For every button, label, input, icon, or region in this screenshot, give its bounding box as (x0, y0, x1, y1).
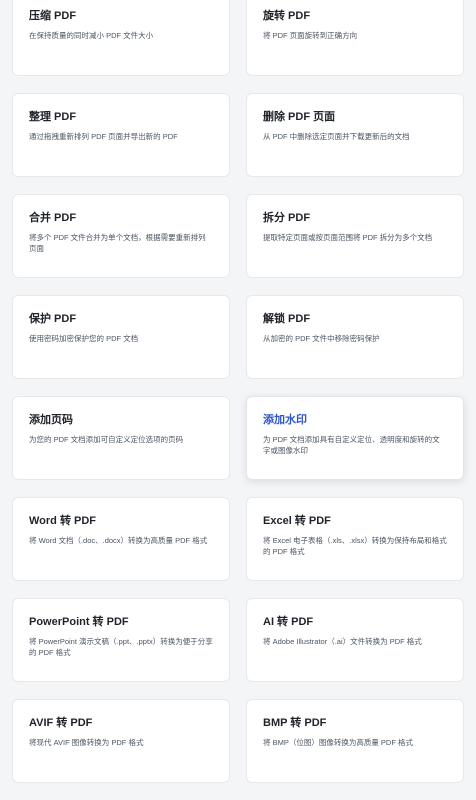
tool-card-rotate-pdf[interactable]: 旋转 PDF 将 PDF 页面旋转到正确方向 (246, 0, 464, 76)
tool-card-title: 删除 PDF 页面 (263, 111, 336, 123)
tool-card-add-page-numbers[interactable]: 添加页码 为您的 PDF 文档添加可自定义定位选项的页码 (12, 396, 230, 480)
tool-card-description: 从 PDF 中删除选定页面并下载更新后的文档 (263, 132, 410, 141)
tool-card-compress-pdf[interactable]: 压缩 PDF 在保持质量的同时减小 PDF 文件大小 (12, 0, 230, 76)
tool-card-title: PowerPoint 转 PDF (29, 616, 129, 628)
tool-card-description: 使用密码加密保护您的 PDF 文档 (29, 334, 139, 343)
tool-card-title: AVIF 转 PDF (29, 717, 93, 729)
tool-card-description: 为您的 PDF 文档添加可自定义定位选项的页码 (29, 435, 184, 444)
tool-card-description: 将多个 PDF 文件合并为单个文档，根据需要重新排列页面 (29, 233, 206, 253)
tool-card-description: 将 Excel 电子表格（.xls、.xlsx）转换为保持布局和格式的 PDF … (263, 536, 447, 556)
tool-card-protect-pdf[interactable]: 保护 PDF 使用密码加密保护您的 PDF 文档 (12, 295, 230, 379)
tool-card-title: 整理 PDF (29, 111, 77, 123)
tool-card-avif-to-pdf[interactable]: AVIF 转 PDF 将现代 AVIF 图像转换为 PDF 格式 (12, 699, 230, 783)
tool-card-description: 将 Word 文档（.doc、.docx）转换为高质量 PDF 格式 (29, 536, 208, 545)
tool-card-title: 合并 PDF (29, 212, 77, 224)
tool-card-title: Word 转 PDF (29, 515, 97, 527)
tool-card-title: 添加页码 (29, 414, 73, 426)
tool-card-bmp-to-pdf[interactable]: BMP 转 PDF 将 BMP（位图）图像转换为高质量 PDF 格式 (246, 699, 464, 783)
tool-card-title: Excel 转 PDF (263, 515, 331, 527)
tool-card-description: 通过拖拽重新排列 PDF 页面并导出新的 PDF (29, 132, 178, 141)
tool-card-description: 从加密的 PDF 文件中移除密码保护 (263, 334, 380, 343)
tool-card-word-to-pdf[interactable]: Word 转 PDF 将 Word 文档（.doc、.docx）转换为高质量 P… (12, 497, 230, 581)
tool-card-title: 旋转 PDF (263, 10, 311, 22)
tool-card-split-pdf[interactable]: 拆分 PDF 提取特定页面或按页面范围将 PDF 拆分为多个文档 (246, 194, 464, 278)
tool-card-add-watermark[interactable]: 添加水印 为 PDF 文档添加具有自定义定位、透明度和旋转的文字或图像水印 (246, 396, 464, 480)
tool-card-title: 解锁 PDF (263, 313, 311, 325)
tool-card-description: 将 BMP（位图）图像转换为高质量 PDF 格式 (263, 738, 414, 747)
tool-card-organize-pdf[interactable]: 整理 PDF 通过拖拽重新排列 PDF 页面并导出新的 PDF (12, 93, 230, 177)
tool-card-title: 压缩 PDF (29, 10, 77, 22)
tool-card-title: 添加水印 (263, 414, 307, 426)
tool-card-powerpoint-to-pdf[interactable]: PowerPoint 转 PDF 将 PowerPoint 演示文稿（.ppt、… (12, 598, 230, 682)
tool-card-description: 将 PowerPoint 演示文稿（.ppt、.pptx）转换为便于分享的 PD… (29, 637, 213, 657)
tool-card-description: 在保持质量的同时减小 PDF 文件大小 (29, 31, 154, 40)
tool-grid: 压缩 PDF 在保持质量的同时减小 PDF 文件大小 旋转 PDF 将 PDF … (0, 0, 476, 800)
tool-card-ai-to-pdf[interactable]: AI 转 PDF 将 Adobe Illustrator（.ai）文件转换为 P… (246, 598, 464, 682)
tool-card-delete-pages[interactable]: 删除 PDF 页面 从 PDF 中删除选定页面并下载更新后的文档 (246, 93, 464, 177)
tool-card-title: BMP 转 PDF (263, 717, 327, 729)
tool-card-unlock-pdf[interactable]: 解锁 PDF 从加密的 PDF 文件中移除密码保护 (246, 295, 464, 379)
tool-card-title: AI 转 PDF (263, 616, 314, 628)
tool-card-description: 将 PDF 页面旋转到正确方向 (263, 31, 358, 40)
tool-card-excel-to-pdf[interactable]: Excel 转 PDF 将 Excel 电子表格（.xls、.xlsx）转换为保… (246, 497, 464, 581)
tool-card-title: 拆分 PDF (263, 212, 311, 224)
tool-card-description: 为 PDF 文档添加具有自定义定位、透明度和旋转的文字或图像水印 (263, 435, 440, 455)
tool-card-description: 将现代 AVIF 图像转换为 PDF 格式 (29, 738, 144, 747)
tool-card-description: 将 Adobe Illustrator（.ai）文件转换为 PDF 格式 (263, 637, 422, 646)
tool-card-merge-pdf[interactable]: 合并 PDF 将多个 PDF 文件合并为单个文档，根据需要重新排列页面 (12, 194, 230, 278)
tool-card-title: 保护 PDF (29, 313, 77, 325)
tool-card-description: 提取特定页面或按页面范围将 PDF 拆分为多个文档 (263, 233, 433, 242)
